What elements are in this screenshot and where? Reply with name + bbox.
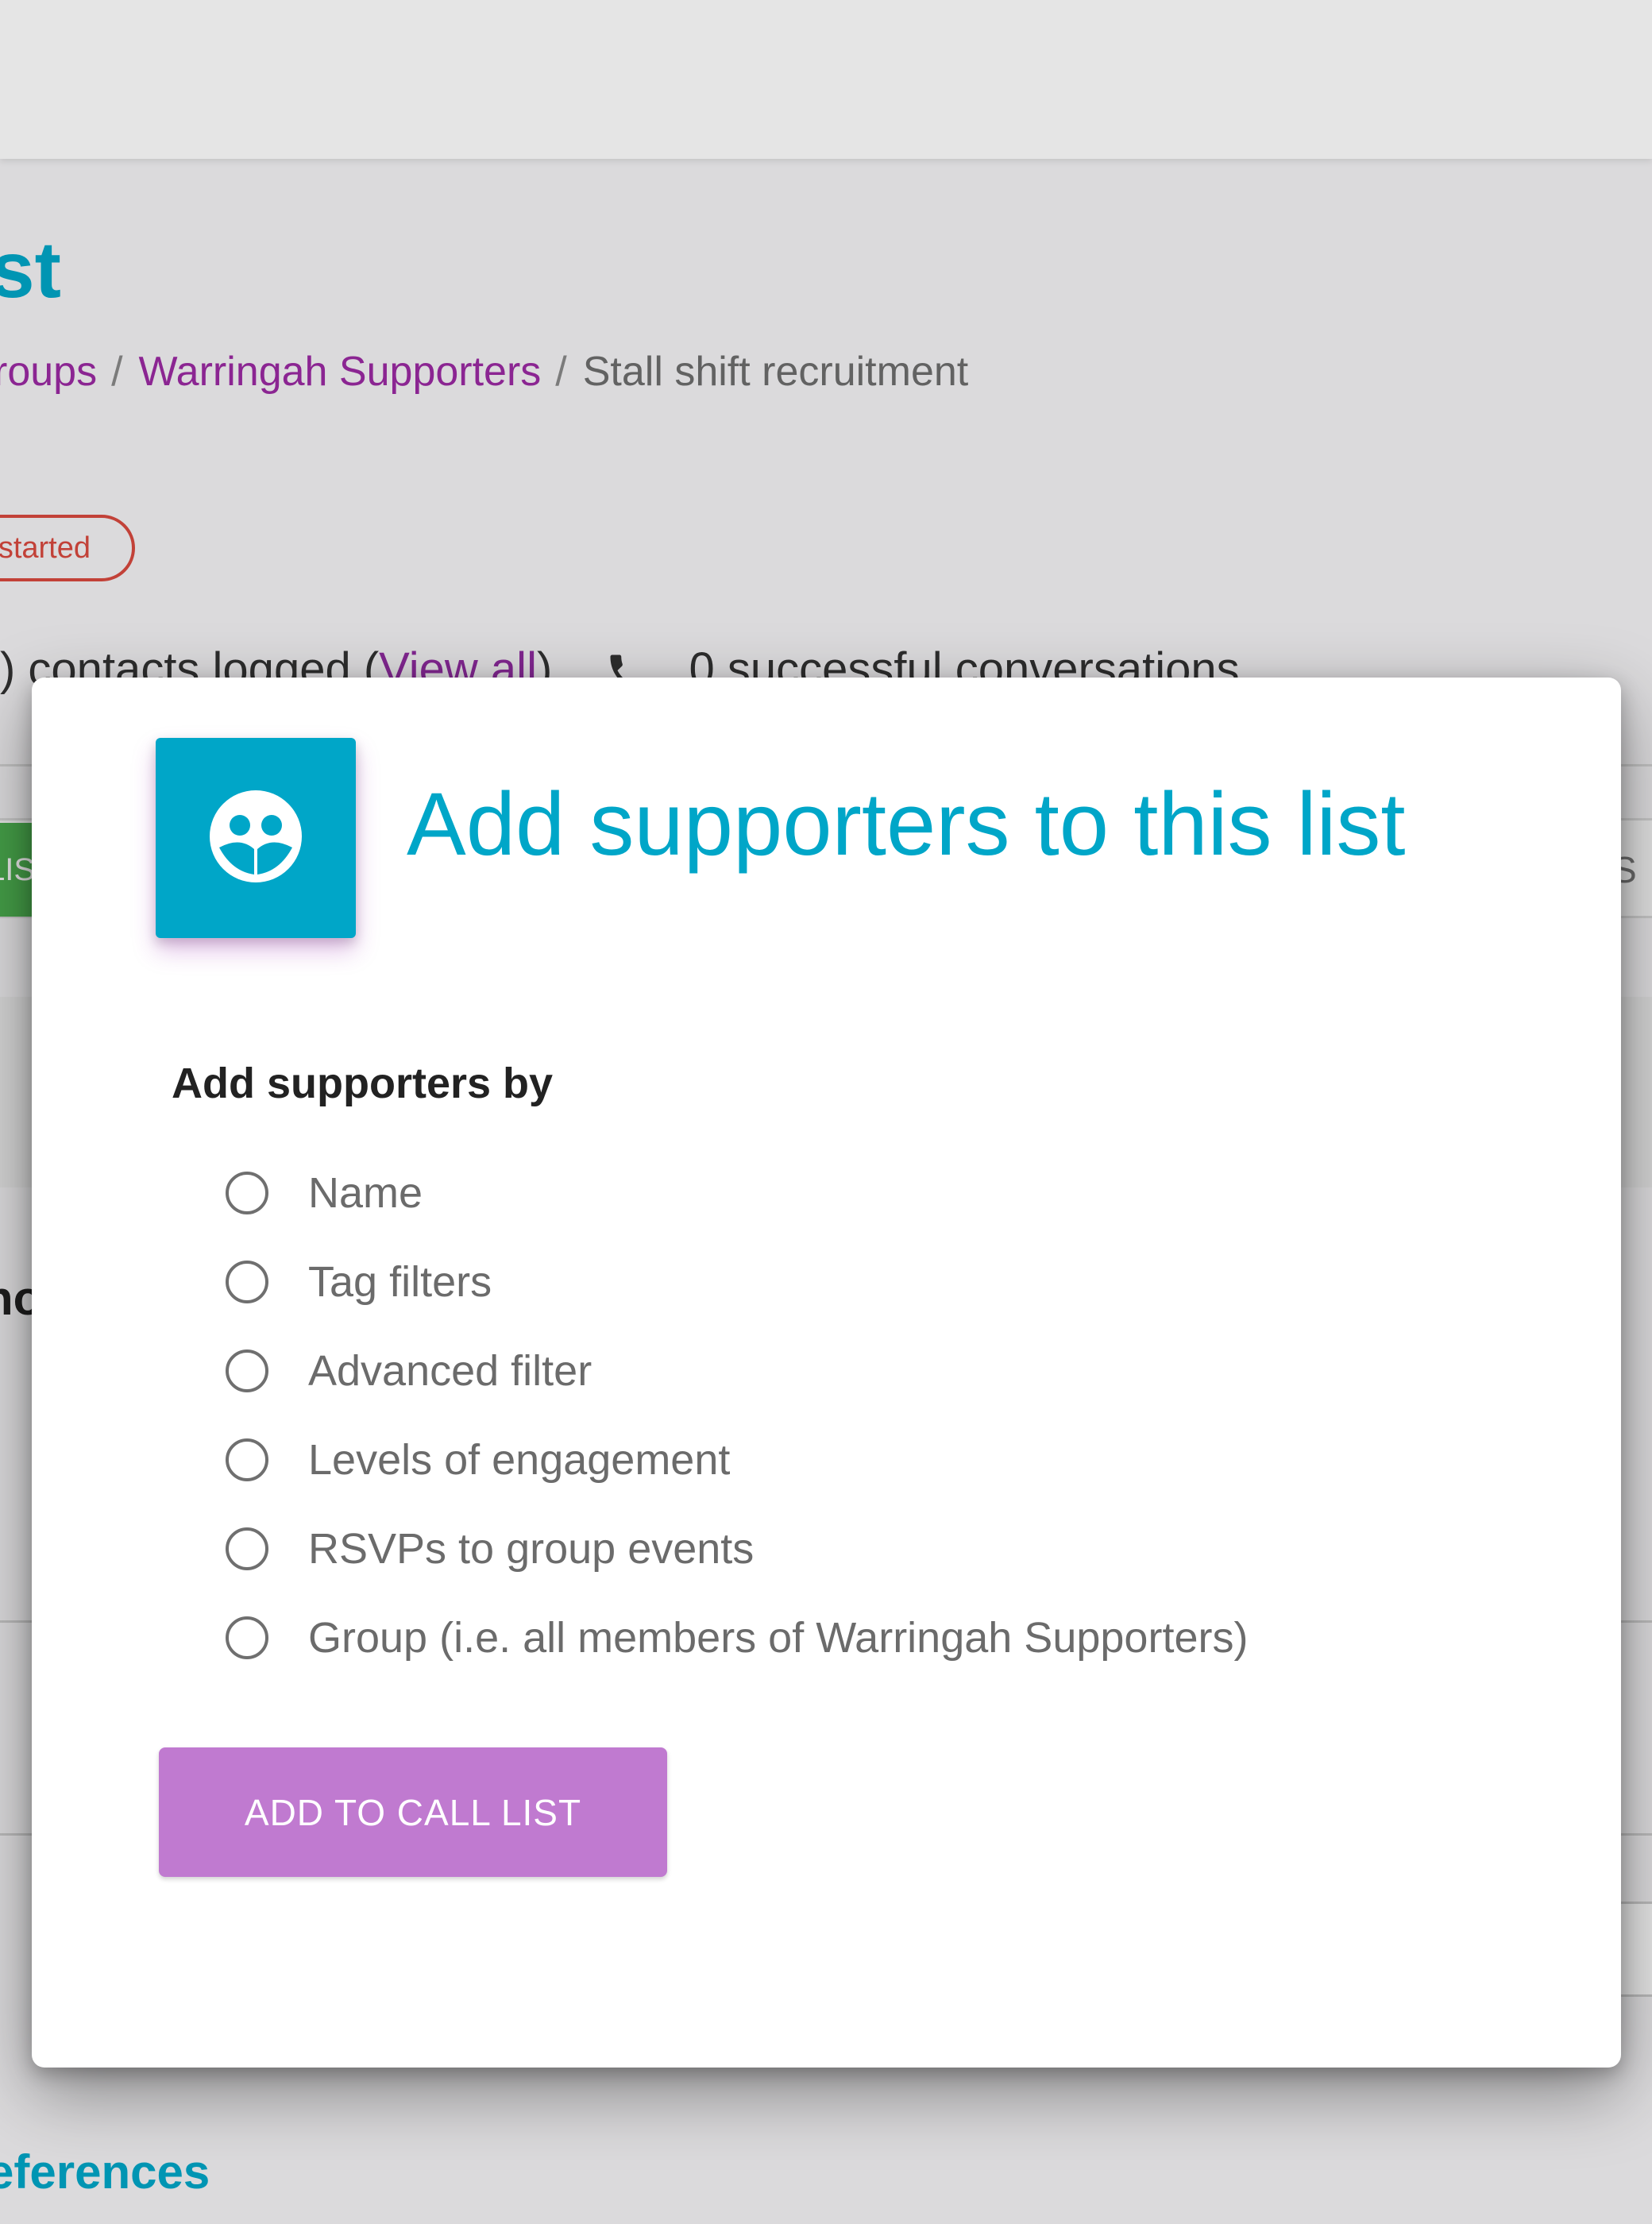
group-icon <box>208 789 303 888</box>
option-label: Advanced filter <box>308 1347 592 1395</box>
radio-name[interactable] <box>226 1172 268 1214</box>
option-tag-filters[interactable]: Tag filters <box>226 1250 492 1314</box>
radio-levels-of-engagement[interactable] <box>226 1438 268 1481</box>
add-supporters-dialog: Add supporters to this list Add supporte… <box>32 678 1621 2068</box>
option-group[interactable]: Group (i.e. all members of Warringah Sup… <box>226 1606 1248 1670</box>
option-name[interactable]: Name <box>226 1161 423 1225</box>
add-to-call-list-button[interactable]: ADD TO CALL LIST <box>159 1747 667 1877</box>
option-label: Tag filters <box>308 1258 492 1306</box>
option-label: Levels of engagement <box>308 1436 731 1484</box>
radio-group[interactable] <box>226 1616 268 1659</box>
add-by-label: Add supporters by <box>172 1060 554 1107</box>
option-rsvps[interactable]: RSVPs to group events <box>226 1517 754 1581</box>
dialog-icon-tile <box>156 738 356 938</box>
radio-advanced-filter[interactable] <box>226 1349 268 1392</box>
option-label: Group (i.e. all members of Warringah Sup… <box>308 1614 1249 1662</box>
radio-rsvps[interactable] <box>226 1527 268 1570</box>
option-advanced-filter[interactable]: Advanced filter <box>226 1339 592 1403</box>
dialog-title: Add supporters to this list <box>407 774 1406 874</box>
option-levels-of-engagement[interactable]: Levels of engagement <box>226 1428 730 1492</box>
option-label: Name <box>308 1169 423 1217</box>
option-label: RSVPs to group events <box>308 1525 755 1573</box>
radio-tag-filters[interactable] <box>226 1261 268 1303</box>
